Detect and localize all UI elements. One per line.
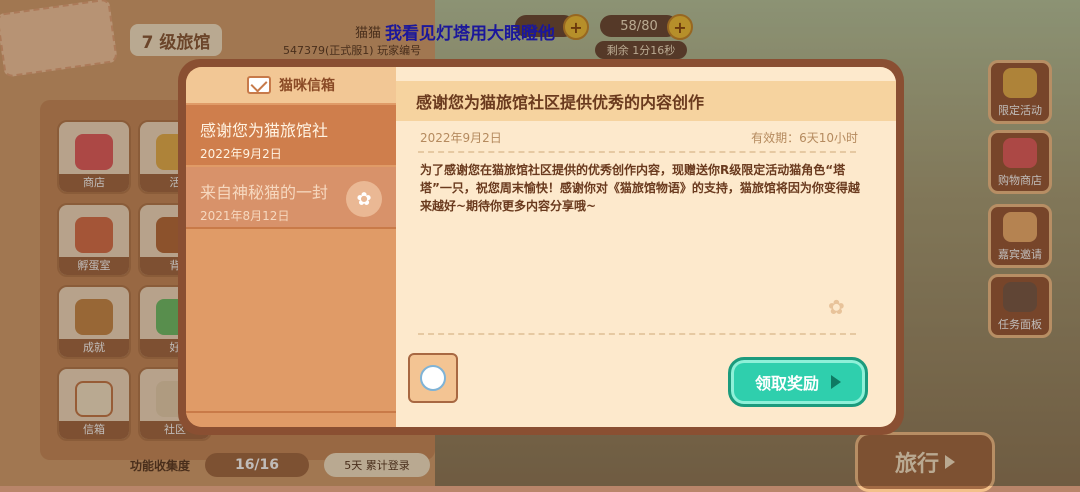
mail-list-divider bbox=[186, 227, 396, 229]
reward-item-slot[interactable] bbox=[408, 353, 458, 403]
mail-item-selected[interactable]: 感谢您为猫旅馆社 2022年9月2日 bbox=[186, 105, 396, 165]
mailbox-dialog-body: 猫咪信箱 感谢您为猫旅馆社 2022年9月2日 来自神秘猫的一封 2021年8月… bbox=[186, 67, 896, 427]
claim-reward-label: 领取奖励 bbox=[754, 374, 819, 393]
cat-character-icon bbox=[420, 365, 446, 391]
mailbox-title: 猫咪信箱 bbox=[279, 78, 335, 94]
mailbox-dialog: 猫咪信箱 感谢您为猫旅馆社 2022年9月2日 来自神秘猫的一封 2021年8月… bbox=[178, 59, 904, 435]
mail-list: 猫咪信箱 感谢您为猫旅馆社 2022年9月2日 来自神秘猫的一封 2021年8月… bbox=[186, 67, 396, 427]
mail-body: 为了感谢您在猫旅馆社区提供的优秀创作内容，现赠送你R级限定活动猫角色“塔塔”一只… bbox=[420, 163, 860, 213]
mail-detail: 感谢您为猫旅馆社区提供优秀的内容创作 2022年9月2日 有效期：6天10小时 … bbox=[396, 67, 896, 427]
mail-item[interactable]: 来自神秘猫的一封 2021年8月12日 ✿ bbox=[186, 167, 396, 227]
dashed-divider bbox=[418, 151, 856, 153]
envelope-icon bbox=[247, 76, 271, 94]
mail-detail-title: 感谢您为猫旅馆社区提供优秀的内容创作 bbox=[396, 81, 896, 121]
dashed-divider bbox=[418, 333, 856, 335]
play-arrow-icon bbox=[831, 375, 841, 389]
paw-icon: ✿ bbox=[346, 181, 382, 217]
mailbox-header: 猫咪信箱 bbox=[186, 67, 396, 103]
mail-date: 2022年9月2日 bbox=[420, 131, 502, 145]
paw-print-icon: ✿ bbox=[828, 295, 845, 319]
mail-expiry: 有效期：6天10小时 bbox=[751, 131, 858, 145]
claim-reward-button[interactable]: 领取奖励 bbox=[728, 357, 868, 407]
mail-item-date: 2022年9月2日 bbox=[200, 147, 282, 161]
mail-item-title: 感谢您为猫旅馆社 bbox=[200, 121, 329, 140]
mail-list-divider bbox=[186, 411, 396, 413]
